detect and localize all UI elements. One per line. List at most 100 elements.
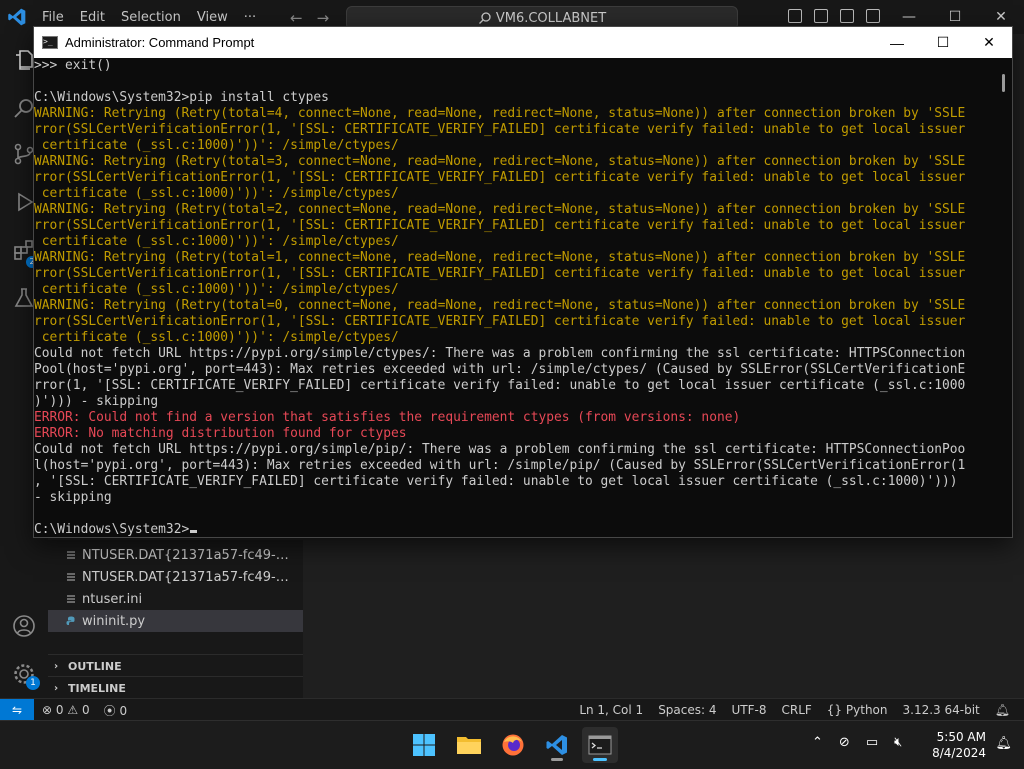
- outline-section-header[interactable]: › OUTLINE: [48, 654, 303, 677]
- warning-count: 0: [81, 703, 90, 717]
- clock-time: 5:50 AM: [936, 730, 986, 744]
- console-line-normal: [34, 506, 994, 522]
- windows-taskbar: ⌃ ⊘ ▭ 🔇︎ 5:50 AM 8/4/2024 🔔︎: [0, 720, 1024, 769]
- console-line-normal: Pool(host='pypi.org', port=443): Max ret…: [34, 362, 966, 377]
- nav-buttons: ← →: [290, 9, 329, 27]
- cmd-close-icon[interactable]: ✕: [966, 27, 1012, 58]
- customize-layout-icon[interactable]: [866, 9, 880, 23]
- chevron-right-icon: ›: [54, 682, 59, 694]
- cmd-minimize-icon[interactable]: —: [874, 27, 920, 58]
- language-mode[interactable]: {} Python: [827, 703, 888, 717]
- console-line-normal: Could not fetch URL https://pypi.org/sim…: [34, 346, 966, 361]
- console-line-warn: WARNING: Retrying (Retry(total=0, connec…: [34, 298, 966, 313]
- text-cursor: [190, 530, 198, 533]
- display-icon[interactable]: ▭: [866, 735, 878, 750]
- remote-icon: ⇋: [11, 703, 23, 717]
- vscode-app-icon: [546, 735, 567, 755]
- chevron-up-icon[interactable]: ⌃: [812, 735, 823, 750]
- menu-edit[interactable]: Edit: [80, 10, 105, 25]
- cmd-window-title: Administrator: Command Prompt: [65, 35, 255, 50]
- file-name: NTUSER.DAT{21371a57-fc49-11ee-a...: [82, 569, 297, 585]
- toggle-sidebar-icon[interactable]: [788, 9, 802, 23]
- file-item-wininit-py[interactable]: wininit.py: [48, 610, 303, 632]
- chevron-right-icon: ›: [54, 660, 59, 672]
- notification-bell-icon[interactable]: 🔔︎: [995, 736, 1012, 751]
- cmd-console-output[interactable]: >>> exit() C:\Windows\System32>pip instal…: [34, 58, 994, 536]
- console-line-warn: rror(SSLCertVerificationError(1, '[SSL: …: [34, 266, 966, 281]
- encoding[interactable]: UTF-8: [732, 703, 767, 717]
- toggle-secondary-sidebar-icon[interactable]: [840, 9, 854, 23]
- console-line-err: ERROR: Could not find a version that sat…: [34, 410, 741, 425]
- cmd-maximize-icon[interactable]: ☐: [920, 27, 966, 58]
- cmd-titlebar[interactable]: >_ Administrator: Command Prompt — ☐ ✕: [34, 27, 1012, 58]
- menu-selection[interactable]: Selection: [121, 10, 181, 25]
- outline-label: OUTLINE: [68, 659, 122, 673]
- menu-view[interactable]: View: [197, 10, 228, 25]
- indentation[interactable]: Spaces: 4: [658, 703, 716, 717]
- console-line-normal: >>> exit(): [34, 58, 112, 73]
- file-name: ntuser.ini: [82, 591, 143, 607]
- windows-start-button[interactable]: [406, 727, 442, 763]
- console-line-warn: certificate (_ssl.c:1000)'))': /simple/c…: [34, 186, 399, 201]
- firefox-taskbar-button[interactable]: [495, 727, 531, 763]
- console-line-warn: certificate (_ssl.c:1000)'))': /simple/c…: [34, 330, 399, 345]
- windows-logo-icon: [413, 734, 435, 756]
- notifications-bell-icon[interactable]: 🔔︎: [995, 703, 1010, 717]
- command-prompt-taskbar-button[interactable]: [582, 727, 618, 763]
- console-line-warn: WARNING: Retrying (Retry(total=4, connec…: [34, 106, 966, 121]
- ports-indicator[interactable]: ⦿ 0: [104, 702, 127, 719]
- console-line-warn: rror(SSLCertVerificationError(1, '[SSL: …: [34, 314, 966, 329]
- account-icon[interactable]: [12, 614, 36, 638]
- menu-more[interactable]: ···: [244, 10, 256, 25]
- braces-icon: {}: [826, 703, 843, 717]
- file-name: wininit.py: [82, 613, 146, 629]
- problems-indicator[interactable]: ⊗ 0 ⚠ 0: [42, 703, 90, 717]
- cmd-scrollbar[interactable]: [995, 58, 1012, 536]
- python-interpreter[interactable]: 3.12.3 64-bit: [903, 703, 980, 717]
- console-prompt: C:\Windows\System32>: [34, 522, 190, 536]
- file-lines-icon: [67, 551, 75, 559]
- console-line-normal: rror(1, '[SSL: CERTIFICATE_VERIFY_FAILED…: [34, 378, 966, 393]
- console-line-warn: rror(SSLCertVerificationError(1, '[SSL: …: [34, 122, 966, 137]
- explorer-sidebar: NTUSER.DAT{21371a57-fc49-11ee-a... NTUSE…: [48, 540, 303, 698]
- folder-icon: [457, 737, 481, 754]
- vscode-taskbar-button[interactable]: [539, 727, 575, 763]
- vscode-logo-icon[interactable]: [6, 7, 28, 27]
- console-text: >>> exit() C:\Windows\System32>pip instal…: [34, 58, 994, 536]
- file-explorer-taskbar-button[interactable]: [451, 727, 487, 763]
- active-indicator: [593, 758, 607, 761]
- file-lines-icon: [67, 595, 75, 603]
- cursor-position[interactable]: Ln 1, Col 1: [579, 703, 643, 717]
- menu-file[interactable]: File: [42, 10, 64, 25]
- volume-muted-icon[interactable]: 🔇︎: [894, 735, 902, 750]
- error-count: 0: [55, 703, 64, 717]
- network-disconnected-icon[interactable]: ⊘: [839, 735, 850, 750]
- file-item-ntuser-dat-2[interactable]: NTUSER.DAT{21371a57-fc49-11ee-a...: [48, 566, 303, 588]
- console-line-err: ERROR: No matching distribution found fo…: [34, 426, 407, 441]
- taskbar-clock[interactable]: 5:50 AM 8/4/2024: [932, 729, 986, 761]
- console-line-normal: [34, 74, 994, 90]
- status-right: Ln 1, Col 1 Spaces: 4 UTF-8 CRLF {} Pyth…: [579, 699, 1010, 721]
- scrollbar-thumb[interactable]: [1002, 74, 1005, 92]
- forward-arrow-icon[interactable]: →: [317, 9, 330, 27]
- cmd-window-controls: — ☐ ✕: [874, 27, 1012, 58]
- line-endings[interactable]: CRLF: [781, 703, 811, 717]
- console-line-normal: , '[SSL: CERTIFICATE_VERIFY_FAILED] cert…: [34, 474, 958, 489]
- file-item-ntuser-ini[interactable]: ntuser.ini: [48, 588, 303, 610]
- timeline-section-header[interactable]: › TIMELINE: [48, 676, 303, 699]
- file-item-ntuser-dat-1[interactable]: NTUSER.DAT{21371a57-fc49-11ee-a...: [48, 544, 303, 566]
- editor-area[interactable]: [303, 540, 1024, 698]
- back-arrow-icon[interactable]: ←: [290, 9, 303, 27]
- ports-count: 0: [119, 703, 128, 718]
- system-tray: ⌃ ⊘ ▭ 🔇︎: [812, 735, 902, 750]
- console-line-warn: rror(SSLCertVerificationError(1, '[SSL: …: [34, 170, 966, 185]
- console-line-warn: WARNING: Retrying (Retry(total=2, connec…: [34, 202, 966, 217]
- layout-controls: [788, 9, 880, 23]
- console-line-warn: certificate (_ssl.c:1000)'))': /simple/c…: [34, 138, 399, 153]
- console-line-normal: )'))) - skipping: [34, 394, 159, 409]
- remote-indicator[interactable]: ⇋: [0, 699, 34, 721]
- console-line-normal: Could not fetch URL https://pypi.org/sim…: [34, 442, 966, 457]
- toggle-panel-icon[interactable]: [814, 9, 828, 23]
- console-line-normal: C:\Windows\System32>pip install ctypes: [34, 90, 329, 105]
- console-line-warn: rror(SSLCertVerificationError(1, '[SSL: …: [34, 218, 966, 233]
